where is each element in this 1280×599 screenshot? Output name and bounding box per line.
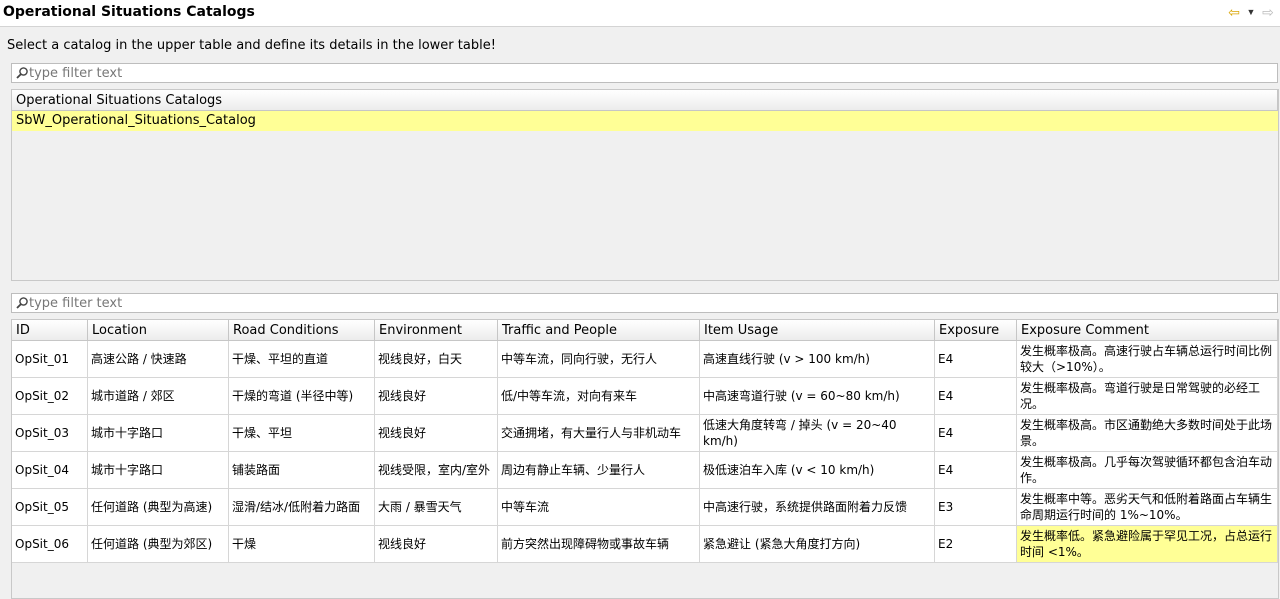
cell-exposure[interactable]: E4	[935, 378, 1017, 415]
arrow-left-icon[interactable]: ⇦	[1226, 4, 1242, 20]
cell-road-conditions[interactable]: 干燥	[229, 526, 375, 563]
cell-location[interactable]: 任何道路 (典型为郊区)	[88, 526, 229, 563]
cell-item-usage[interactable]: 极低速泊车入库 (v < 10 km/h)	[700, 452, 935, 489]
cell-id[interactable]: OpSit_01	[12, 341, 88, 378]
cell-id[interactable]: OpSit_05	[12, 489, 88, 526]
situations-table: ID Location Road Conditions Environment …	[11, 319, 1279, 599]
detail-filter-input[interactable]	[29, 295, 1259, 311]
cell-exposure-comment[interactable]: 发生概率极高。高速行驶占车辆总运行时间比例较大（>10%）。	[1017, 341, 1278, 378]
cell-exposure-comment[interactable]: 发生概率中等。恶劣天气和低附着路面占车辆生命周期运行时间的 1%~10%。	[1017, 489, 1278, 526]
column-header-environment[interactable]: Environment	[375, 320, 498, 341]
cell-environment[interactable]: 视线良好，白天	[375, 341, 498, 378]
cell-road-conditions[interactable]: 铺装路面	[229, 452, 375, 489]
cell-exposure[interactable]: E3	[935, 489, 1017, 526]
cell-exposure[interactable]: E4	[935, 452, 1017, 489]
cell-item-usage[interactable]: 中高速弯道行驶 (v = 60~80 km/h)	[700, 378, 935, 415]
cell-exposure-comment[interactable]: 发生概率极高。几乎每次驾驶循环都包含泊车动作。	[1017, 452, 1278, 489]
cell-exposure[interactable]: E4	[935, 415, 1017, 452]
detail-filter	[11, 293, 1278, 313]
instruction-text: Select a catalog in the upper table and …	[7, 38, 496, 53]
catalog-table-header[interactable]: Operational Situations Catalogs	[12, 90, 1278, 111]
cell-environment[interactable]: 大雨 / 暴雪天气	[375, 489, 498, 526]
cell-id[interactable]: OpSit_04	[12, 452, 88, 489]
column-header-traffic-and-people[interactable]: Traffic and People	[498, 320, 700, 341]
column-header-exposure[interactable]: Exposure	[935, 320, 1017, 341]
cell-traffic-and-people[interactable]: 周边有静止车辆、少量行人	[498, 452, 700, 489]
cell-item-usage[interactable]: 低速大角度转弯 / 掉头 (v = 20~40 km/h)	[700, 415, 935, 452]
cell-road-conditions[interactable]: 湿滑/结冰/低附着力路面	[229, 489, 375, 526]
cell-location[interactable]: 城市十字路口	[88, 452, 229, 489]
cell-traffic-and-people[interactable]: 前方突然出现障碍物或事故车辆	[498, 526, 700, 563]
cell-traffic-and-people[interactable]: 交通拥堵，有大量行人与非机动车	[498, 415, 700, 452]
cell-location[interactable]: 城市道路 / 郊区	[88, 378, 229, 415]
header-toolbar: ⇦ ▼ ⇨	[1226, 3, 1276, 21]
cell-environment[interactable]: 视线良好	[375, 415, 498, 452]
cell-traffic-and-people[interactable]: 中等车流	[498, 489, 700, 526]
cell-road-conditions[interactable]: 干燥的弯道 (半径中等)	[229, 378, 375, 415]
cell-environment[interactable]: 视线良好	[375, 378, 498, 415]
catalog-filter-input[interactable]	[29, 65, 1259, 81]
cell-exposure[interactable]: E4	[935, 341, 1017, 378]
cell-environment[interactable]: 视线受限，室内/室外	[375, 452, 498, 489]
search-icon	[16, 67, 28, 79]
cell-item-usage[interactable]: 中高速行驶，系统提供路面附着力反馈	[700, 489, 935, 526]
cell-exposure-comment[interactable]: 发生概率低。紧急避险属于罕见工况，占总运行时间 <1%。	[1017, 526, 1278, 563]
cell-location[interactable]: 高速公路 / 快速路	[88, 341, 229, 378]
column-header-id[interactable]: ID	[12, 320, 88, 341]
catalog-filter	[11, 63, 1278, 83]
page-title: Operational Situations Catalogs	[3, 4, 255, 20]
cell-traffic-and-people[interactable]: 中等车流，同向行驶，无行人	[498, 341, 700, 378]
cell-exposure-comment[interactable]: 发生概率极高。弯道行驶是日常驾驶的必经工况。	[1017, 378, 1278, 415]
cell-item-usage[interactable]: 高速直线行驶 (v > 100 km/h)	[700, 341, 935, 378]
cell-traffic-and-people[interactable]: 低/中等车流，对向有来车	[498, 378, 700, 415]
column-header-exposure-comment[interactable]: Exposure Comment	[1017, 320, 1278, 341]
column-header-location[interactable]: Location	[88, 320, 229, 341]
cell-id[interactable]: OpSit_03	[12, 415, 88, 452]
cell-id[interactable]: OpSit_06	[12, 526, 88, 563]
cell-item-usage[interactable]: 紧急避让 (紧急大角度打方向)	[700, 526, 935, 563]
cell-environment[interactable]: 视线良好	[375, 526, 498, 563]
catalog-table: Operational Situations Catalogs SbW_Oper…	[11, 89, 1279, 281]
cell-location[interactable]: 任何道路 (典型为高速)	[88, 489, 229, 526]
column-header-road-conditions[interactable]: Road Conditions	[229, 320, 375, 341]
cell-road-conditions[interactable]: 干燥、平坦的直道	[229, 341, 375, 378]
dropdown-triangle-icon[interactable]: ▼	[1246, 4, 1256, 20]
column-header-item-usage[interactable]: Item Usage	[700, 320, 935, 341]
arrow-right-icon[interactable]: ⇨	[1260, 4, 1276, 20]
catalog-row[interactable]: SbW_Operational_Situations_Catalog	[12, 111, 1278, 131]
cell-id[interactable]: OpSit_02	[12, 378, 88, 415]
cell-exposure[interactable]: E2	[935, 526, 1017, 563]
search-icon	[16, 297, 28, 309]
editor-header: Operational Situations Catalogs ⇦ ▼ ⇨	[0, 0, 1280, 27]
cell-exposure-comment[interactable]: 发生概率极高。市区通勤绝大多数时间处于此场景。	[1017, 415, 1278, 452]
cell-location[interactable]: 城市十字路口	[88, 415, 229, 452]
cell-road-conditions[interactable]: 干燥、平坦	[229, 415, 375, 452]
